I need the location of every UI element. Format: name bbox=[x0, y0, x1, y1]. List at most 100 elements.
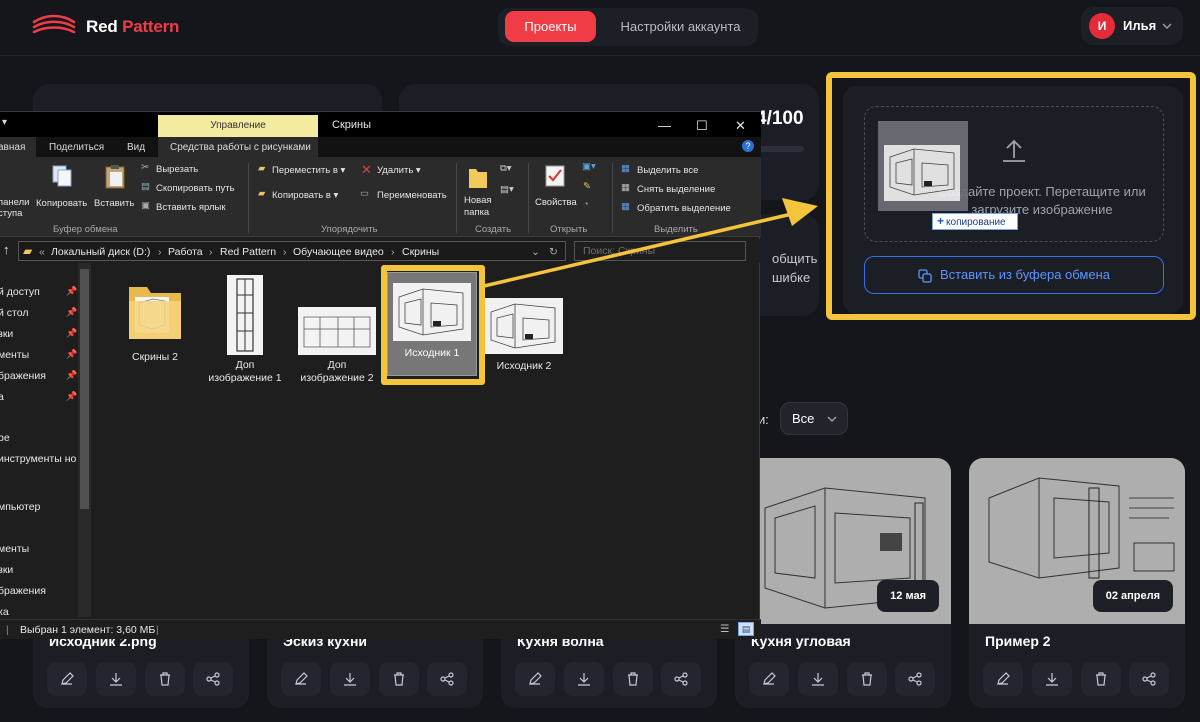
brand-name[interactable]: Red Pattern bbox=[86, 17, 179, 37]
breadcrumb-red-pattern[interactable]: Red Pattern bbox=[220, 246, 276, 258]
share-button[interactable] bbox=[895, 662, 935, 696]
rename-button[interactable]: Переименовать bbox=[377, 190, 447, 201]
nav-item[interactable]: а bbox=[0, 391, 4, 403]
nav-item[interactable]: й стол bbox=[0, 307, 28, 319]
breadcrumb-tutorial[interactable]: Обучающее видео bbox=[293, 246, 384, 258]
paste-from-clipboard-button[interactable]: Вставить из буфера обмена bbox=[864, 256, 1164, 294]
cut-button[interactable]: Вырезать bbox=[156, 164, 198, 175]
maximize-icon[interactable]: ☐ bbox=[696, 118, 708, 134]
help-icon[interactable]: ? bbox=[742, 140, 754, 152]
nav-item[interactable]: be bbox=[0, 432, 10, 444]
delete-button[interactable]: Удалить ▾ bbox=[377, 165, 421, 176]
delete-button[interactable] bbox=[1081, 662, 1121, 696]
project-card[interactable]: 12 мая Кухня угловая bbox=[735, 458, 951, 708]
nav-tab-account-settings[interactable]: Настройки аккаунта bbox=[608, 11, 753, 42]
nav-item[interactable]: бражения bbox=[0, 585, 46, 597]
copy-icon bbox=[918, 268, 932, 283]
delete-button[interactable] bbox=[145, 662, 185, 696]
nav-item[interactable]: й доступ bbox=[0, 286, 40, 298]
copy-to-button[interactable]: Копировать в ▾ bbox=[272, 190, 338, 201]
edit-button[interactable] bbox=[515, 662, 555, 696]
explorer-title-bar[interactable]: ▾ Управление Скрины — ☐ ✕ bbox=[0, 112, 761, 137]
move-to-button[interactable]: Переместить в ▾ bbox=[272, 165, 345, 176]
refresh-icon[interactable]: ↻ bbox=[549, 246, 558, 258]
tab-home[interactable]: авная bbox=[0, 137, 36, 157]
edit-button[interactable] bbox=[983, 662, 1023, 696]
pin-quick-access-button[interactable]: панели ступа bbox=[0, 197, 30, 219]
red-pattern-logo-icon[interactable] bbox=[32, 12, 76, 40]
nav-item[interactable]: менты bbox=[0, 349, 29, 361]
file-item-image[interactable]: Доп изображение 1 bbox=[203, 275, 287, 385]
delete-button[interactable] bbox=[847, 662, 887, 696]
project-actions bbox=[279, 662, 471, 696]
file-item-folder[interactable]: Скрины 2 bbox=[123, 279, 187, 364]
nav-tab-projects[interactable]: Проекты bbox=[505, 11, 596, 42]
avatar: И bbox=[1089, 13, 1115, 39]
edit-button[interactable] bbox=[281, 662, 321, 696]
breadcrumb-work[interactable]: Работа bbox=[168, 246, 203, 258]
scrollbar-thumb[interactable] bbox=[80, 269, 89, 509]
context-tab-manage[interactable]: Управление bbox=[158, 115, 318, 137]
clipboard-group-label: Буфер обмена bbox=[53, 224, 118, 235]
paste-button[interactable]: Вставить bbox=[94, 198, 134, 209]
share-button[interactable] bbox=[427, 662, 467, 696]
file-explorer-window[interactable]: ▾ Управление Скрины — ☐ ✕ авная Поделить… bbox=[0, 111, 761, 639]
copy-button[interactable]: Копировать bbox=[36, 198, 87, 209]
search-input[interactable]: Поиск: Скрины bbox=[574, 241, 746, 261]
nav-item[interactable]: бражения bbox=[0, 370, 46, 382]
breadcrumb-overflow[interactable]: « bbox=[39, 246, 45, 258]
download-button[interactable] bbox=[330, 662, 370, 696]
nav-item[interactable]: зки bbox=[0, 328, 13, 340]
close-icon[interactable]: ✕ bbox=[735, 118, 746, 134]
file-item-image[interactable]: Доп изображение 2 bbox=[295, 307, 379, 385]
tab-picture-tools[interactable]: Средства работы с рисунками bbox=[170, 142, 311, 153]
file-item-image[interactable]: Исходник 2 bbox=[482, 298, 566, 373]
up-arrow-icon[interactable]: ↑ bbox=[3, 242, 10, 257]
paste-shortcut-button[interactable]: Вставить ярлык bbox=[156, 202, 226, 213]
edit-icon: ✎ bbox=[583, 181, 591, 192]
nav-item[interactable]: инструменты но bbox=[0, 453, 76, 465]
invert-selection-button[interactable]: Обратить выделение bbox=[637, 203, 731, 214]
address-bar[interactable]: ▰ « Локальный диск (D:) › Работа › Red P… bbox=[18, 241, 566, 261]
properties-button[interactable]: Свойства bbox=[535, 197, 577, 208]
project-date-badge: 02 апреля bbox=[1092, 580, 1173, 612]
tab-view[interactable]: Вид bbox=[127, 142, 145, 153]
project-card[interactable]: 02 апреля Пример 2 bbox=[969, 458, 1185, 708]
nav-item[interactable]: мпьютер bbox=[0, 501, 40, 513]
share-button[interactable] bbox=[1129, 662, 1169, 696]
download-button[interactable] bbox=[564, 662, 604, 696]
select-none-button[interactable]: Снять выделение bbox=[637, 184, 715, 195]
download-button[interactable] bbox=[96, 662, 136, 696]
minimize-icon[interactable]: — bbox=[658, 118, 671, 133]
share-button[interactable] bbox=[193, 662, 233, 696]
select-all-button[interactable]: Выделить все bbox=[637, 165, 698, 176]
nav-item[interactable]: ка bbox=[0, 606, 9, 618]
breadcrumb-sep: › bbox=[209, 246, 213, 258]
nav-item[interactable]: менты bbox=[0, 543, 29, 555]
properties-icon bbox=[545, 165, 565, 187]
nav-scrollbar[interactable] bbox=[78, 263, 91, 617]
copy-path-button[interactable]: Скопировать путь bbox=[156, 183, 235, 194]
project-limit-bar bbox=[758, 146, 804, 152]
tab-share[interactable]: Поделиться bbox=[49, 142, 104, 153]
breadcrumb-screens[interactable]: Скрины bbox=[402, 246, 439, 258]
download-button[interactable] bbox=[1032, 662, 1072, 696]
filter-select[interactable]: Все bbox=[780, 402, 848, 435]
breadcrumb-drive[interactable]: Локальный диск (D:) bbox=[51, 246, 150, 258]
delete-button[interactable] bbox=[613, 662, 653, 696]
chevron-down-icon[interactable]: ⌄ bbox=[531, 246, 540, 258]
download-button[interactable] bbox=[798, 662, 838, 696]
edit-button[interactable] bbox=[47, 662, 87, 696]
new-folder-button[interactable]: Новая папка bbox=[464, 195, 492, 219]
pin-icon: 📌 bbox=[66, 370, 78, 380]
large-icons-view-icon[interactable]: ▤ bbox=[738, 622, 754, 636]
system-menu-icon[interactable]: ▾ bbox=[2, 117, 7, 128]
share-button[interactable] bbox=[661, 662, 701, 696]
nav-item[interactable]: зки bbox=[0, 564, 13, 576]
edit-button[interactable] bbox=[749, 662, 789, 696]
user-menu[interactable]: И Илья bbox=[1081, 7, 1183, 45]
new-folder-icon bbox=[469, 169, 487, 188]
delete-button[interactable] bbox=[379, 662, 419, 696]
delete-icon: ✕ bbox=[361, 162, 372, 177]
details-view-icon[interactable]: ☰ bbox=[720, 623, 729, 635]
